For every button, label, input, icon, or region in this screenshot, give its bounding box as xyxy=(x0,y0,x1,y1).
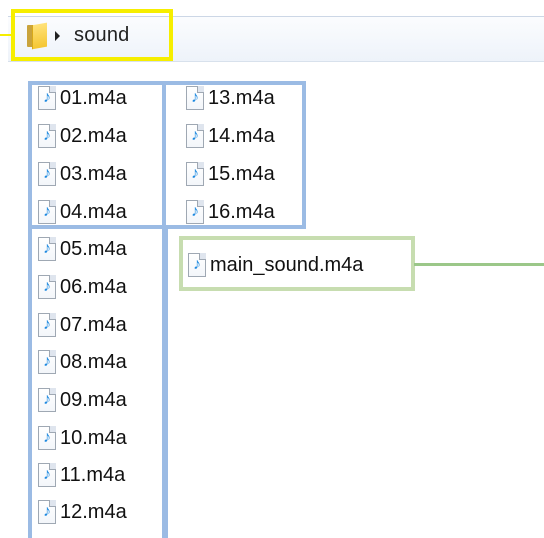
audio-file-icon: ♪ xyxy=(186,124,204,148)
music-note-icon: ♪ xyxy=(193,256,201,273)
file-name[interactable]: 13.m4a xyxy=(208,87,275,110)
main-sound-file-name[interactable]: main_sound.m4a xyxy=(210,254,363,277)
music-note-icon: ♪ xyxy=(43,429,51,446)
file-item[interactable]: ♪ 01.m4a xyxy=(38,83,127,113)
audio-file-icon: ♪ xyxy=(186,162,204,186)
audio-file-icon: ♪ xyxy=(38,200,56,224)
file-name[interactable]: 01.m4a xyxy=(60,87,127,110)
file-name[interactable]: 03.m4a xyxy=(60,163,127,186)
file-item[interactable]: ♪ 11.m4a xyxy=(38,460,125,490)
music-note-icon: ♪ xyxy=(43,127,51,144)
file-name[interactable]: 05.m4a xyxy=(60,238,127,261)
audio-file-icon: ♪ xyxy=(38,463,56,487)
audio-file-icon: ♪ xyxy=(38,162,56,186)
file-item[interactable]: ♪ 06.m4a xyxy=(38,272,127,302)
audio-file-icon: ♪ xyxy=(38,350,56,374)
file-item[interactable]: ♪ 05.m4a xyxy=(38,234,127,264)
file-item[interactable]: ♪ 14.m4a xyxy=(186,121,275,151)
file-name[interactable]: 06.m4a xyxy=(60,276,127,299)
file-item[interactable]: ♪ 15.m4a xyxy=(186,159,275,189)
main-sound-file-item[interactable]: ♪ main_sound.m4a xyxy=(188,250,363,280)
file-item[interactable]: ♪ 07.m4a xyxy=(38,310,127,340)
audio-file-icon: ♪ xyxy=(186,86,204,110)
music-note-icon: ♪ xyxy=(43,353,51,370)
audio-file-icon: ♪ xyxy=(38,86,56,110)
file-name[interactable]: 11.m4a xyxy=(60,464,125,487)
music-note-icon: ♪ xyxy=(191,165,199,182)
music-note-icon: ♪ xyxy=(191,203,199,220)
file-name[interactable]: 14.m4a xyxy=(208,125,275,148)
music-note-icon: ♪ xyxy=(191,127,199,144)
file-explorer-window: sound ♪ 01.m4a ♪ 02.m4a ♪ 03.m4a ♪ 04.m4… xyxy=(0,0,544,538)
file-name[interactable]: 02.m4a xyxy=(60,125,127,148)
file-item[interactable]: ♪ 10.m4a xyxy=(38,423,127,453)
audio-file-icon: ♪ xyxy=(188,253,206,277)
file-name[interactable]: 15.m4a xyxy=(208,163,275,186)
music-note-icon: ♪ xyxy=(43,278,51,295)
file-name[interactable]: 12.m4a xyxy=(60,501,127,524)
audio-file-icon: ♪ xyxy=(38,388,56,412)
file-item[interactable]: ♪ 12.m4a xyxy=(38,497,127,527)
file-list: ♪ 01.m4a ♪ 02.m4a ♪ 03.m4a ♪ 04.m4a ♪ 05… xyxy=(0,0,544,538)
audio-file-icon: ♪ xyxy=(38,275,56,299)
music-note-icon: ♪ xyxy=(43,391,51,408)
music-note-icon: ♪ xyxy=(43,240,51,257)
file-name[interactable]: 07.m4a xyxy=(60,314,127,337)
audio-file-icon: ♪ xyxy=(38,124,56,148)
music-note-icon: ♪ xyxy=(43,316,51,333)
file-item[interactable]: ♪ 04.m4a xyxy=(38,197,127,227)
file-name[interactable]: 08.m4a xyxy=(60,351,127,374)
music-note-icon: ♪ xyxy=(43,466,51,483)
music-note-icon: ♪ xyxy=(43,165,51,182)
audio-file-icon: ♪ xyxy=(38,500,56,524)
file-name[interactable]: 10.m4a xyxy=(60,427,127,450)
file-name[interactable]: 04.m4a xyxy=(60,201,127,224)
file-item[interactable]: ♪ 02.m4a xyxy=(38,121,127,151)
file-name[interactable]: 16.m4a xyxy=(208,201,275,224)
file-item[interactable]: ♪ 03.m4a xyxy=(38,159,127,189)
audio-file-icon: ♪ xyxy=(186,200,204,224)
audio-file-icon: ♪ xyxy=(38,237,56,261)
music-note-icon: ♪ xyxy=(191,89,199,106)
music-note-icon: ♪ xyxy=(43,89,51,106)
file-name[interactable]: 09.m4a xyxy=(60,389,127,412)
file-item[interactable]: ♪ 16.m4a xyxy=(186,197,275,227)
file-item[interactable]: ♪ 08.m4a xyxy=(38,347,127,377)
file-item[interactable]: ♪ 09.m4a xyxy=(38,385,127,415)
music-note-icon: ♪ xyxy=(43,203,51,220)
audio-file-icon: ♪ xyxy=(38,313,56,337)
audio-file-icon: ♪ xyxy=(38,426,56,450)
music-note-icon: ♪ xyxy=(43,503,51,520)
file-item[interactable]: ♪ 13.m4a xyxy=(186,83,275,113)
